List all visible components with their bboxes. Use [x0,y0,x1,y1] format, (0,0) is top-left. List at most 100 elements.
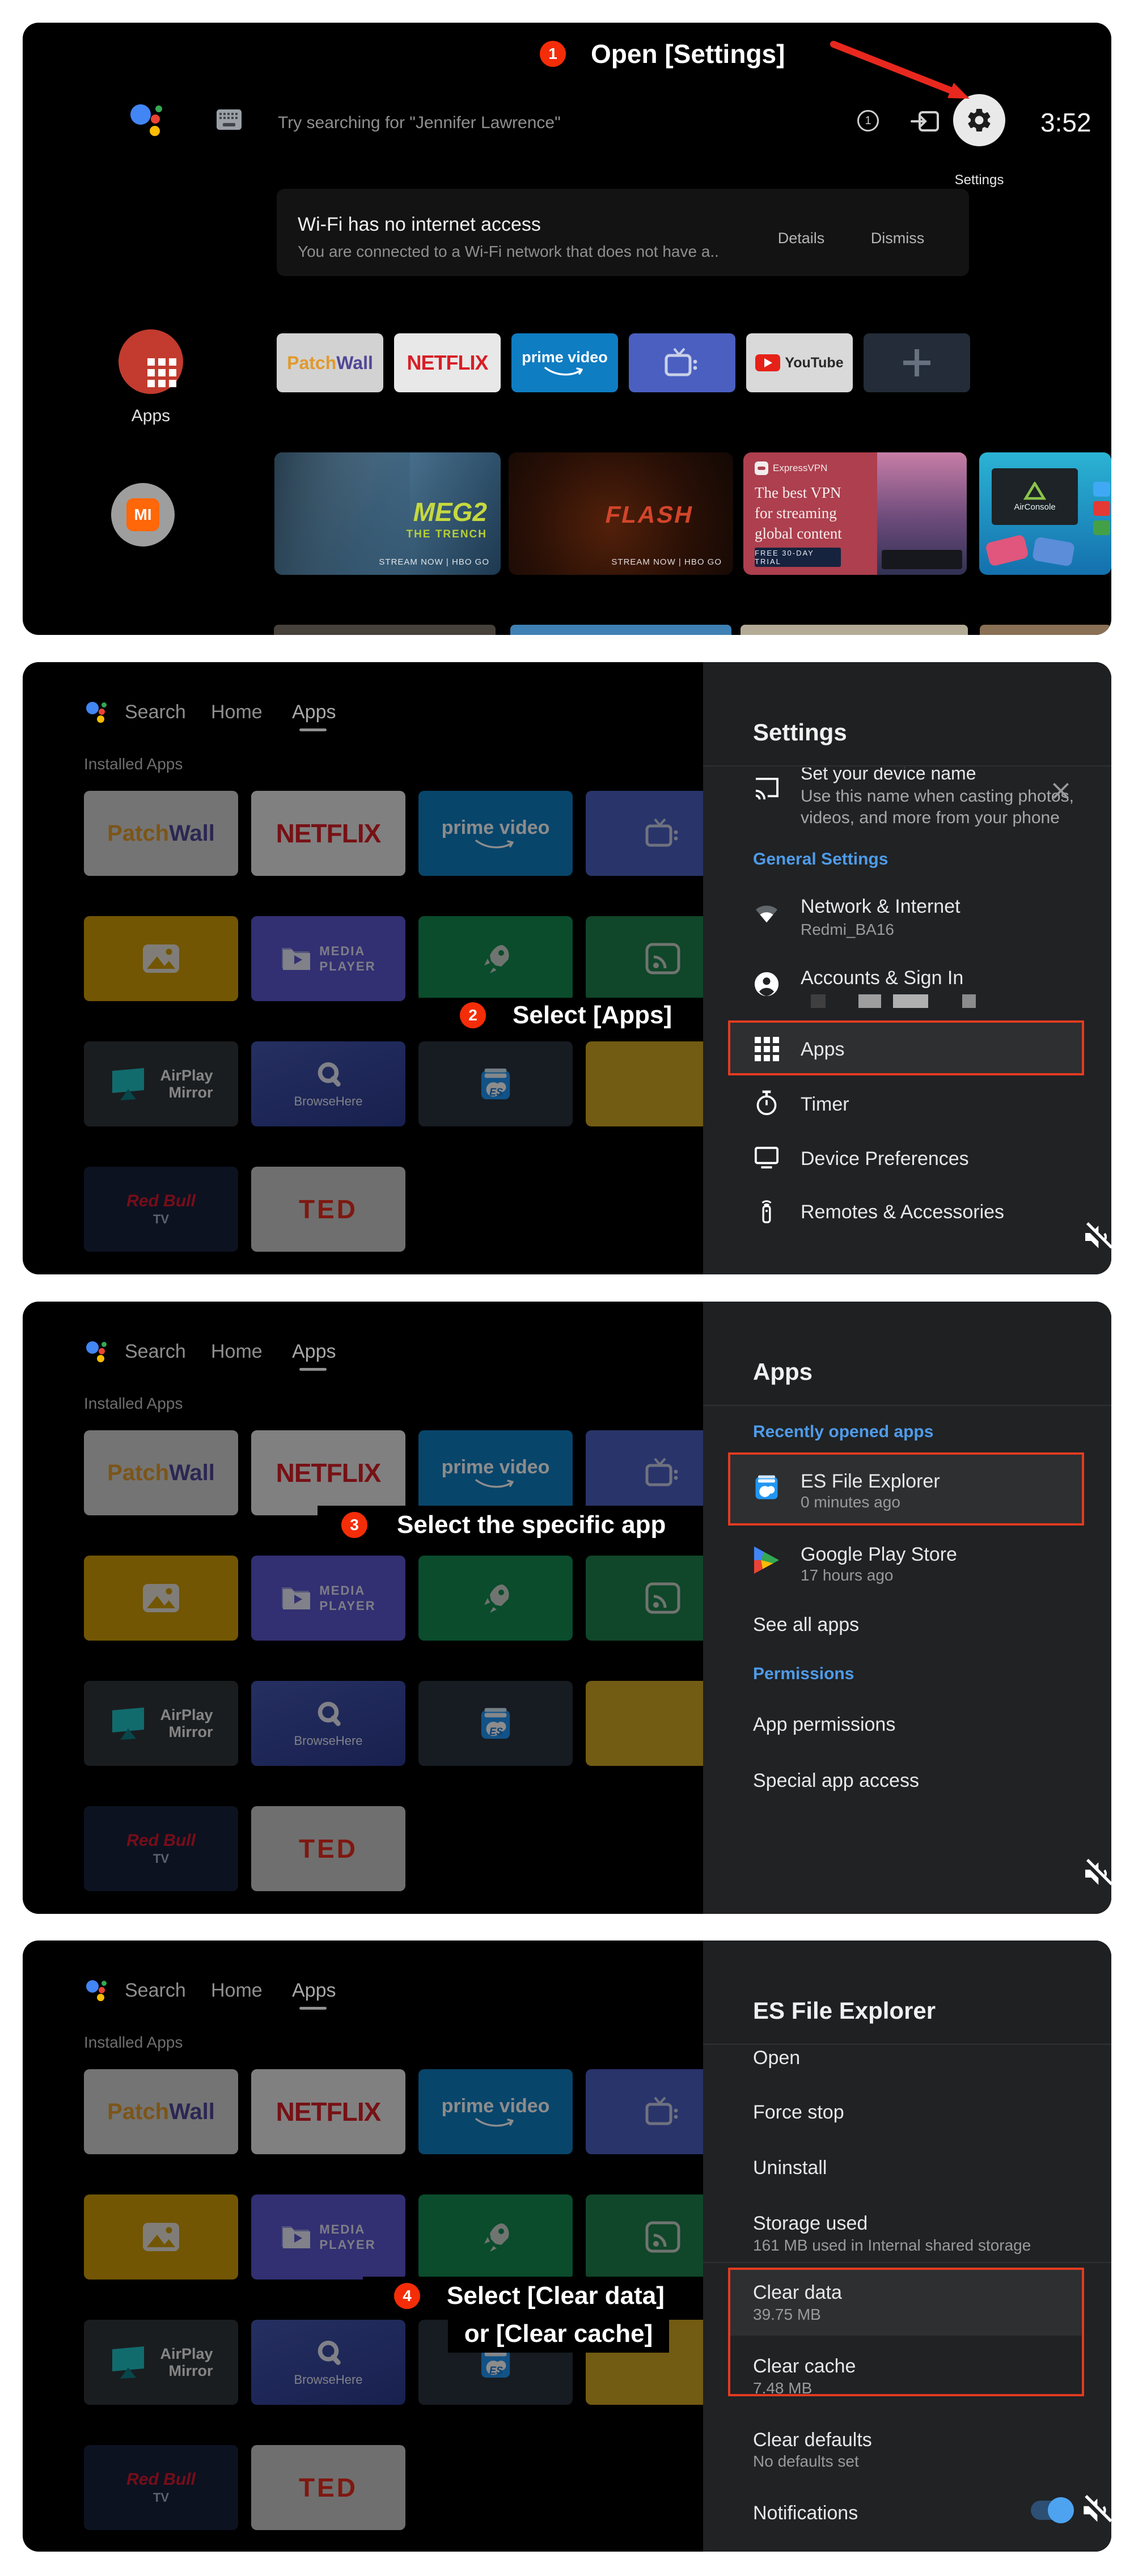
drawer-title: Apps [753,1358,813,1386]
google-assistant-icon[interactable] [86,1978,111,2003]
app-tile-gallery[interactable] [84,916,238,1001]
banner-flash[interactable]: FLASH STREAM NOW | HBO GO [509,452,733,575]
menu-item-see-all-apps[interactable]: See all apps [753,1614,859,1636]
tab-apps[interactable]: Apps [292,1340,336,1363]
menu-item-accounts[interactable]: Accounts & Sign In [801,967,963,989]
app-item-es-file-explorer[interactable]: ES File Explorer [801,1471,940,1493]
remote-icon [753,1197,780,1225]
app-tile-browsehere[interactable]: BrowseHere [251,1681,405,1766]
app-tile-mediaplayer[interactable]: MEDIAPLAYER [251,916,405,1001]
tile-text: TED [299,2472,358,2503]
permissions-section: Permissions [753,1664,854,1684]
app-tile-es[interactable]: ES [418,1041,573,1126]
app-tile-patchwall[interactable]: PatchWall [84,1430,238,1515]
app-tile-browsehere[interactable]: BrowseHere [251,1041,405,1126]
app-tile-netflix[interactable]: NETFLIX [394,333,501,392]
app-tile-add[interactable] [864,333,970,392]
app-tile-netflix[interactable]: NETFLIX [251,2069,405,2154]
tile-text: Wall [169,2099,215,2125]
app-tile-gallery[interactable] [84,2194,238,2280]
app-tile-gallery[interactable] [84,1556,238,1641]
banner-expressvpn[interactable]: ExpressVPN The best VPN for streaming gl… [743,452,967,575]
rss-feed-icon [645,2221,680,2253]
menu-item-network[interactable]: Network & Internet [801,896,960,918]
app-tile-mediaplayer[interactable]: MEDIAPLAYER [251,1556,405,1641]
tile-text: MEDIA [319,943,375,959]
menu-item-clear-data[interactable]: Clear data [753,2282,842,2304]
tab-apps[interactable]: Apps [292,1979,336,2002]
app-tile-rocket[interactable] [418,1556,573,1641]
app-tile-ted[interactable]: TED [251,1167,405,1252]
app-tile-rocket[interactable] [418,916,573,1001]
tab-search[interactable]: Search [125,701,186,723]
tab-home[interactable]: Home [211,1340,263,1363]
app-tile-redbull[interactable]: Red BullTV [84,1806,238,1891]
google-assistant-icon[interactable] [86,1339,111,1364]
menu-item-open[interactable]: Open [753,2047,800,2069]
tile-text: NETFLIX [276,1458,381,1488]
vpn-trial-button[interactable]: FREE 30-DAY TRIAL [755,548,841,567]
app-tile-rocket[interactable] [418,2194,573,2280]
app-tile-netflix[interactable]: NETFLIX [251,1430,405,1515]
app-tile-patchwall[interactable]: PatchWall [277,333,383,392]
airplay-icon [109,1066,152,1101]
app-tile-youtube[interactable]: YouTube [746,333,853,392]
menu-item-special-app-access[interactable]: Special app access [753,1770,919,1792]
app-tile-ted[interactable]: TED [251,2445,405,2530]
menu-item-apps[interactable]: Apps [801,1039,845,1061]
app-tile-prime[interactable]: prime video [418,1430,573,1515]
menu-item-uninstall[interactable]: Uninstall [753,2157,827,2179]
dismiss-button[interactable]: Dismiss [861,230,934,247]
gamepad-pink-art [985,534,1029,567]
menu-item-clear-defaults[interactable]: Clear defaults [753,2429,872,2451]
menu-item-storage-used[interactable]: Storage used [753,2213,868,2235]
menu-item-device-preferences[interactable]: Device Preferences [801,1148,969,1170]
keyboard-icon[interactable] [216,109,242,130]
app-tile-airplay[interactable]: AirPlayMirror [84,1041,238,1126]
menu-item-notifications[interactable]: Notifications [753,2502,858,2524]
app-tile-redbull[interactable]: Red BullTV [84,1167,238,1252]
tile-text: YouTube [785,355,843,371]
menu-item-clear-cache[interactable]: Clear cache [753,2355,856,2378]
tab-search[interactable]: Search [125,1340,186,1363]
apps-rail-button[interactable] [119,329,183,394]
tab-home[interactable]: Home [211,1979,263,2002]
app-tile-prime[interactable]: prime video [511,333,618,392]
tile-text: AirPlayMirror [160,1067,213,1101]
app-tile-prime[interactable]: prime video [418,2069,573,2154]
app-tile-es[interactable]: ES [418,1681,573,1766]
airconsole-tv-art: AirConsole [992,468,1078,525]
banner-airconsole[interactable]: AirConsole [979,452,1111,575]
notifications-toggle[interactable] [1031,2501,1069,2520]
app-tile-patchwall[interactable]: PatchWall [84,2069,238,2154]
partial-banner-3 [741,625,968,635]
search-hint[interactable]: Try searching for "Jennifer Lawrence" [278,113,561,133]
app-tile-redbull[interactable]: Red BullTV [84,2445,238,2530]
tab-search[interactable]: Search [125,1979,186,2002]
app-tile-browsehere[interactable]: BrowseHere [251,2320,405,2405]
app-tile-tv[interactable] [629,333,735,392]
app-item-google-play[interactable]: Google Play Store [801,1544,957,1566]
rss-feed-icon [645,1582,680,1614]
app-tile-prime[interactable]: prime video [418,791,573,876]
app-tile-airplay[interactable]: AirPlayMirror [84,1681,238,1766]
drawer-body: Set your device name Use this name when … [703,768,1111,1274]
google-assistant-icon[interactable] [86,700,111,724]
app-tile-patchwall[interactable]: PatchWall [84,791,238,876]
device-name-title[interactable]: Set your device name [801,768,976,784]
menu-item-timer[interactable]: Timer [801,1094,849,1116]
menu-item-remotes[interactable]: Remotes & Accessories [801,1201,1004,1223]
banner-meg2[interactable]: MEG2 THE TRENCH STREAM NOW | HBO GO [274,452,501,575]
app-tile-netflix[interactable]: NETFLIX [251,791,405,876]
details-button[interactable]: Details [764,230,838,247]
close-icon[interactable] [1050,780,1072,802]
tab-apps[interactable]: Apps [292,701,336,723]
app-tile-mediaplayer[interactable]: MEDIAPLAYER [251,2194,405,2280]
app-tile-ted[interactable]: TED [251,1806,405,1891]
app-tile-airplay[interactable]: AirPlayMirror [84,2320,238,2405]
menu-item-app-permissions[interactable]: App permissions [753,1714,895,1736]
tab-home[interactable]: Home [211,701,263,723]
google-assistant-icon[interactable] [130,101,162,137]
mi-account-button[interactable]: MI [111,483,175,546]
menu-item-force-stop[interactable]: Force stop [753,2102,844,2124]
